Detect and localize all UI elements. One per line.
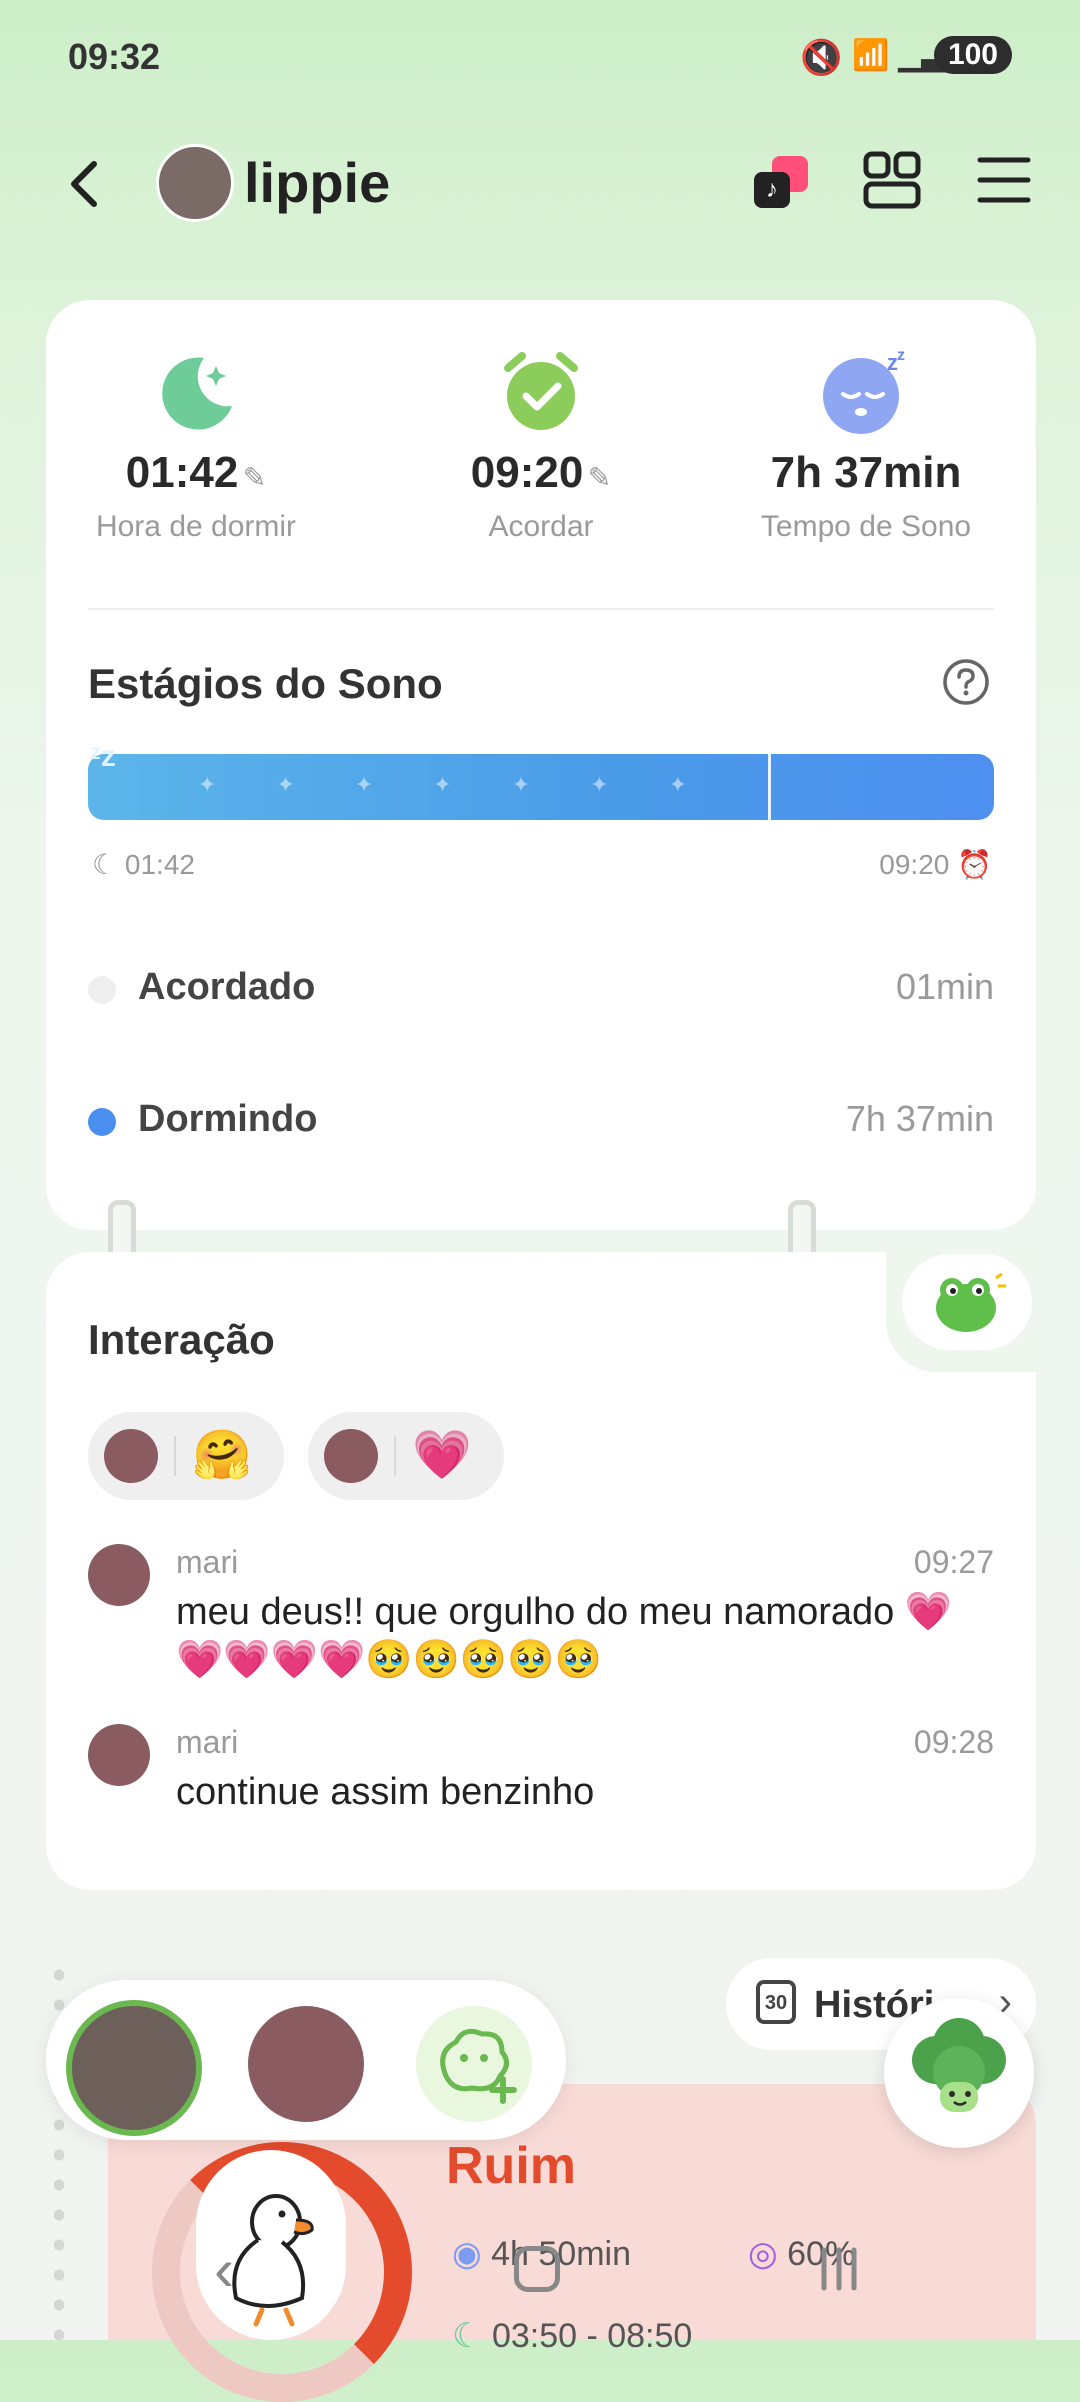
- nav-recents-button[interactable]: [814, 2246, 864, 2292]
- stage-row-awake: Acordado 01min: [88, 960, 994, 1020]
- friend-avatar-selected[interactable]: [66, 2000, 202, 2136]
- back-button[interactable]: [56, 154, 116, 214]
- chevron-left-icon: [71, 161, 97, 207]
- menu-button[interactable]: [976, 152, 1032, 208]
- frog-icon: [936, 1272, 1006, 1332]
- chip-divider: [394, 1436, 396, 1476]
- battery-indicator: 100: [933, 36, 1012, 74]
- wake-stat[interactable]: 09:20 ✎ Acordar: [421, 350, 661, 544]
- mute-icon: 🔇: [800, 39, 843, 77]
- reaction-chip[interactable]: 💗: [308, 1412, 504, 1500]
- message-author: mari: [176, 1544, 239, 1580]
- awake-marker: [767, 754, 771, 820]
- avatar: [88, 1544, 150, 1606]
- app-header: lippie ♪: [0, 140, 1080, 260]
- sleep-stage-bar[interactable]: ✦✦✦✦✦✦✦: [88, 754, 994, 820]
- tiktok-icon[interactable]: ♪: [752, 156, 808, 212]
- add-friend-icon: [440, 2028, 517, 2104]
- edit-icon[interactable]: ✎: [243, 462, 266, 493]
- message-item: mari 09:27 meu deus!! que orgulho do meu…: [88, 1544, 994, 1694]
- wifi-icon: 📶: [852, 39, 890, 72]
- target-icon: ◎: [748, 2235, 778, 2273]
- chip-divider: [174, 1436, 176, 1476]
- message-text: meu deus!! que orgulho do meu namorado 💗…: [176, 1591, 953, 1681]
- reaction-chip[interactable]: 🤗: [88, 1412, 284, 1500]
- avatar: [324, 1429, 378, 1483]
- sparkle-decoration: ✦✦✦✦✦✦✦: [198, 772, 748, 797]
- username: lippie: [244, 151, 391, 214]
- edit-icon[interactable]: ✎: [588, 462, 611, 493]
- divider: [88, 608, 994, 610]
- nav-back-button[interactable]: ‹: [214, 2240, 264, 2300]
- bedtime-label: Hora de dormir: [95, 510, 297, 543]
- menu-icon: [977, 157, 1031, 203]
- stage-row-sleeping: Dormindo 7h 37min: [88, 1092, 994, 1152]
- sleeping-dot: [88, 1108, 116, 1136]
- broccoli-icon: [912, 2018, 1006, 2112]
- duration-label: Tempo de Sono: [760, 510, 972, 543]
- wake-label: Acordar: [488, 510, 594, 543]
- stage-end: 09:20 ⏰: [879, 849, 992, 880]
- sleeping-face-icon: zz: [823, 350, 905, 434]
- message-author: mari: [176, 1724, 239, 1760]
- kiss-heart-icon: 💗: [412, 1429, 472, 1482]
- sleep-face-icon: ◉: [452, 2235, 482, 2273]
- nav-home-button[interactable]: [514, 2246, 560, 2292]
- message-time: 09:27: [913, 1544, 994, 1580]
- wake-value: 09:20: [470, 448, 584, 497]
- calendar-icon: 30: [756, 1980, 796, 2024]
- duration-value: 7h 37min: [770, 448, 962, 497]
- stages-title: Estágios do Sono: [88, 660, 443, 707]
- avatar: [104, 1429, 158, 1483]
- moon-small-icon: ☾: [92, 849, 118, 880]
- mascot-button[interactable]: [884, 1998, 1034, 2148]
- recents-icon: [821, 2247, 857, 2291]
- widgets-button[interactable]: [862, 150, 922, 210]
- bedtime-value: 01:42: [125, 448, 239, 497]
- avatar: [88, 1724, 150, 1786]
- friend-switcher: [46, 1980, 566, 2140]
- question-icon: [943, 659, 989, 705]
- message-text: continue assim benzinho: [176, 1771, 595, 1813]
- help-button[interactable]: [942, 658, 990, 706]
- time-range: ☾ 03:50 - 08:50: [452, 2317, 693, 2355]
- friend-avatar[interactable]: [248, 2006, 364, 2122]
- stage-start: ☾ 01:42: [92, 849, 195, 880]
- add-friend-button[interactable]: [416, 2006, 532, 2122]
- message-item: mari 09:28 continue assim benzinho: [88, 1724, 994, 1824]
- interaction-card: Interação 🤗 💗 mari 09:27 meu deus!! que …: [46, 1252, 1036, 1890]
- duration-stat: zz 7h 37min Tempo de Sono: [726, 350, 1006, 544]
- status-bar: 09:32 🔇 📶 ▁▃▅ 100: [0, 0, 1080, 120]
- moon-small-icon: ☾: [452, 2317, 483, 2355]
- user-avatar[interactable]: [156, 144, 234, 222]
- grid-icon: [863, 151, 921, 209]
- bedtime-stat[interactable]: 01:42 ✎ Hora de dormir: [76, 350, 316, 544]
- alarm-clock-icon: [504, 352, 578, 430]
- svg-text:z: z: [897, 350, 905, 364]
- frog-sticker-button[interactable]: [902, 1254, 1032, 1350]
- quality-label: Ruim: [446, 2137, 576, 2195]
- interaction-title: Interação: [88, 1316, 275, 1363]
- alarm-small-icon: ⏰: [957, 849, 992, 880]
- moon-icon: [162, 357, 232, 430]
- zz-icon: ᶻz: [90, 740, 116, 773]
- sleep-card: 01:42 ✎ Hora de dormir 09:20 ✎ Acordar z…: [46, 300, 1036, 1230]
- awake-dot: [88, 976, 116, 1004]
- status-time: 09:32: [68, 36, 161, 77]
- message-time: 09:28: [913, 1724, 994, 1760]
- hug-emoji-icon: 🤗: [192, 1429, 252, 1482]
